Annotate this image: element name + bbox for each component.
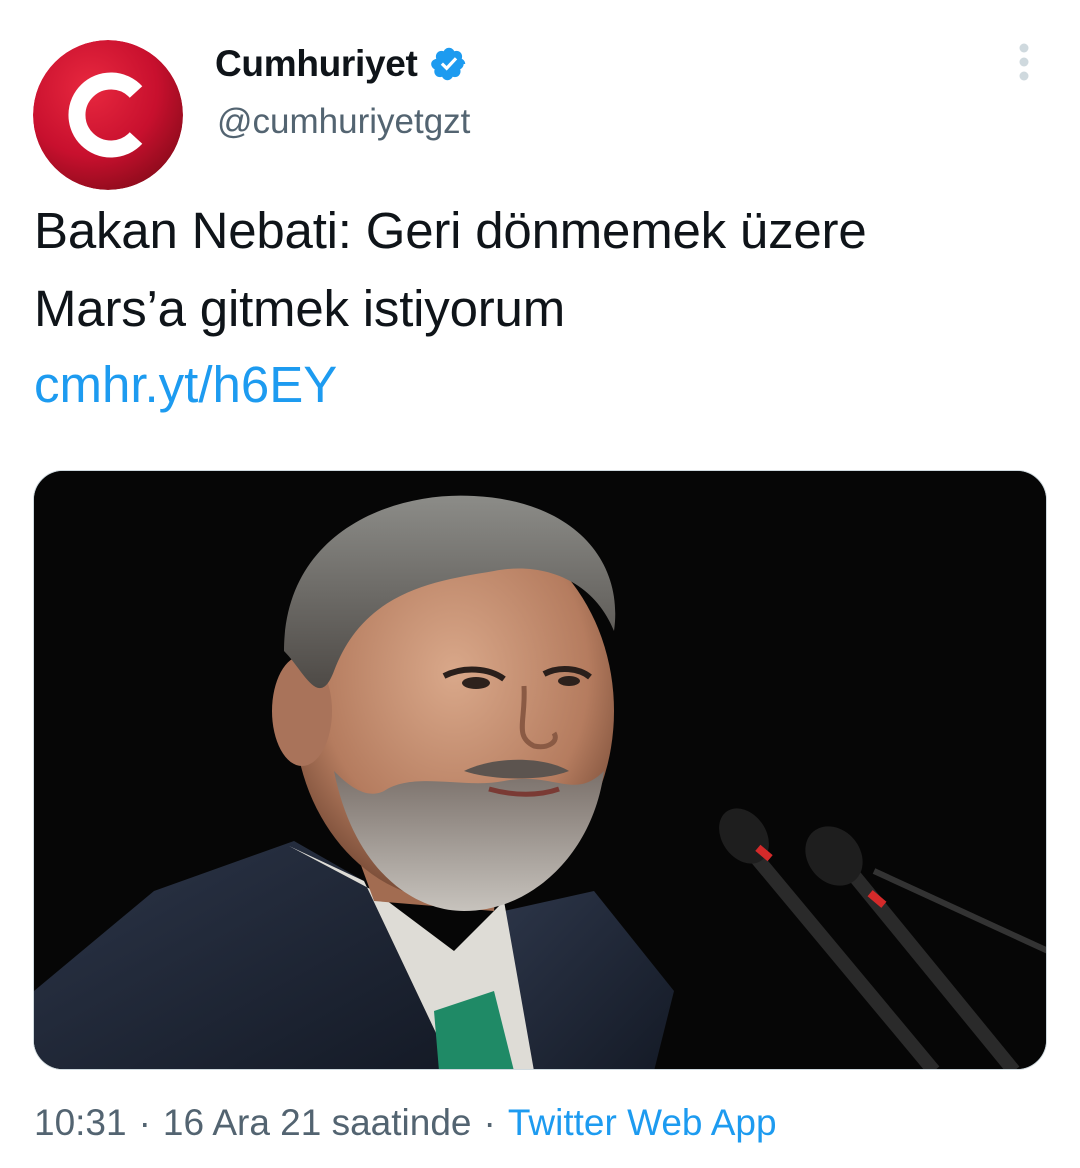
- tweet-time[interactable]: 10:31: [34, 1102, 127, 1144]
- tweet-date[interactable]: 16 Ara 21 saatinde: [163, 1102, 472, 1144]
- tweet-link[interactable]: cmhr.yt/h6EY: [34, 346, 337, 424]
- display-name-row[interactable]: Cumhuriyet: [215, 40, 468, 88]
- photo-of-speaker-at-microphone: [34, 471, 1046, 1069]
- account-handle[interactable]: @cumhuriyetgzt: [217, 102, 470, 142]
- meta-separator: ·: [138, 1102, 151, 1143]
- tweet-meta: 10:31 · 16 Ara 21 saatinde · Twitter Web…: [34, 1102, 777, 1144]
- tweet-source[interactable]: Twitter Web App: [508, 1102, 777, 1144]
- more-options-icon[interactable]: [1004, 40, 1044, 84]
- cumhuriyet-logo-icon: [33, 40, 183, 190]
- tweet-card: Cumhuriyet @cumhuriyetgzt Bakan Nebati: …: [0, 0, 1080, 1168]
- tweet-text: Bakan Nebati: Geri dönmemek üzere Mars’a…: [34, 192, 1044, 348]
- tweet-text-line-2: Mars’a gitmek istiyorum: [34, 280, 565, 337]
- tweet-photo[interactable]: [33, 470, 1047, 1070]
- tweet-text-line-1: Bakan Nebati: Geri dönmemek üzere: [34, 202, 867, 259]
- verified-badge-icon: [430, 45, 468, 83]
- meta-separator: ·: [483, 1102, 496, 1143]
- display-name[interactable]: Cumhuriyet: [215, 43, 418, 85]
- avatar[interactable]: [33, 40, 183, 190]
